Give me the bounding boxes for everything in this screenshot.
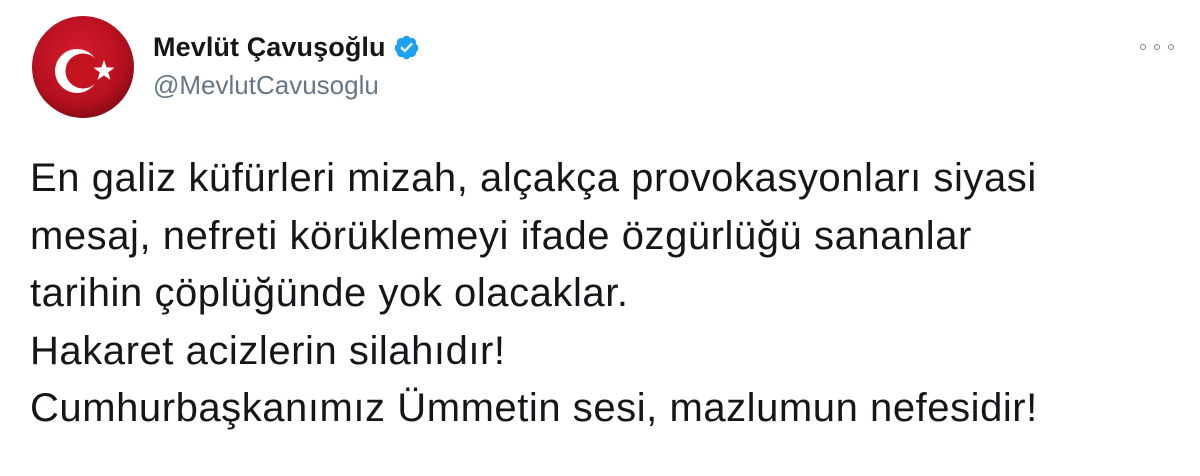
more-dot [1154, 44, 1160, 50]
tweet-text-line: En galiz küfürleri mizah, alçakça provok… [30, 156, 1037, 200]
tweet-text-line: mesaj, nefreti körüklemeyi ifade özgürlü… [30, 213, 972, 258]
more-dot [1168, 44, 1174, 50]
more-dot [1140, 44, 1146, 50]
tweet-author[interactable]: Mevlüt Çavuşoğlu @MevlutCavusoglu [153, 30, 420, 101]
tweet-text-line: Cumhurbaşkanımız Ümmetin sesi, mazlumun … [30, 386, 1038, 430]
avatar[interactable] [32, 16, 134, 118]
more-options-icon[interactable] [1140, 37, 1174, 57]
tweet-text-line: Hakaret acizlerin silahıdır! [30, 328, 506, 373]
verified-badge-icon [393, 34, 420, 61]
display-name[interactable]: Mevlüt Çavuşoğlu [153, 32, 386, 63]
name-row: Mevlüt Çavuşoğlu [153, 30, 420, 64]
tweet-text: En galiz küfürleri mizah, alçakça provok… [30, 150, 1180, 438]
tweet-text-line: tarihin çöplüğünde yok olacaklar. [30, 271, 629, 315]
tweet-card: Mevlüt Çavuşoğlu @MevlutCavusoglu En gal… [0, 0, 1200, 476]
user-handle[interactable]: @MevlutCavusoglu [153, 70, 420, 101]
turkish-flag-icon [32, 16, 134, 118]
